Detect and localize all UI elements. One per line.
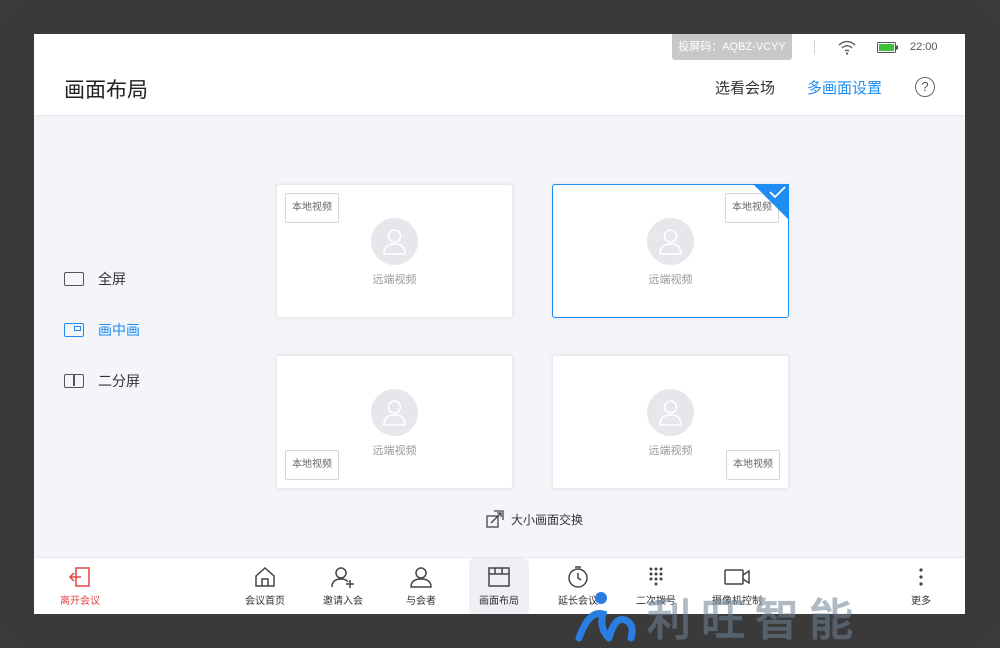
toolbar-label: 更多 — [911, 596, 931, 607]
remote-user-icon — [371, 218, 418, 265]
fullscreen-icon — [64, 272, 84, 286]
header: 画面布局 选看会场 多画面设置 ? — [34, 60, 965, 116]
layout-option-fullscreen[interactable]: 全屏 — [64, 269, 126, 289]
wifi-icon — [838, 40, 856, 55]
help-icon[interactable]: ? — [915, 77, 935, 97]
status-bar: 投屏码：AQBZ-VCYY 22:00 — [34, 34, 965, 60]
split-screen-icon — [64, 374, 84, 388]
watermark: 利旺智能 — [575, 584, 863, 648]
remote-user-icon — [371, 389, 418, 436]
more-vertical-icon — [919, 568, 923, 586]
swap-screens-button[interactable]: 大小画面交换 — [486, 510, 583, 528]
layout-option-label: 画中画 — [98, 322, 140, 338]
multi-screen-settings-button[interactable]: 多画面设置 — [807, 77, 882, 98]
watermark-logo-icon — [575, 592, 636, 642]
toolbar-label: 画面布局 — [479, 596, 519, 607]
layout-option-split[interactable]: 二分屏 — [64, 371, 140, 391]
remote-video-label: 远端视频 — [648, 274, 693, 286]
invite-button[interactable]: 邀请入会 — [311, 558, 375, 614]
leave-meeting-button[interactable]: 离开会议 — [48, 558, 112, 614]
screen: 投屏码：AQBZ-VCYY 22:00 画面布局 选看会场 多画面设置 ? 全屏… — [34, 34, 965, 614]
clock: 22:00 — [910, 41, 938, 53]
remote-user-icon — [647, 389, 694, 436]
toolbar-label: 会议首页 — [245, 596, 285, 607]
layout-icon — [488, 567, 510, 587]
layout-card-local-top-left[interactable]: 本地视频 远端视频 — [276, 184, 513, 318]
status-divider — [814, 40, 815, 54]
picture-in-picture-icon — [64, 323, 84, 337]
layout-card-local-top-right[interactable]: 本地视频 远端视频 — [552, 184, 789, 318]
remote-video-label: 远端视频 — [372, 274, 417, 286]
cast-code-badge: 投屏码：AQBZ-VCYY — [672, 34, 792, 60]
toolbar-label: 邀请入会 — [323, 596, 363, 607]
local-video-tag: 本地视频 — [285, 193, 339, 223]
page-title: 画面布局 — [64, 79, 148, 102]
watermark-text: 利旺智能 — [647, 595, 863, 646]
select-venue-button[interactable]: 选看会场 — [715, 77, 775, 98]
layout-option-label: 二分屏 — [98, 373, 140, 389]
toolbar-label: 离开会议 — [60, 596, 100, 607]
exit-icon — [68, 567, 90, 587]
meeting-home-button[interactable]: 会议首页 — [233, 558, 297, 614]
participants-button[interactable]: 与会者 — [389, 558, 453, 614]
swap-label: 大小画面交换 — [511, 512, 584, 527]
remote-video-label: 远端视频 — [648, 445, 693, 457]
home-icon — [255, 566, 275, 587]
battery-icon — [877, 42, 898, 53]
toolbar-label: 与会者 — [406, 596, 436, 607]
layout-card-local-bottom-left[interactable]: 本地视频 远端视频 — [276, 355, 513, 489]
selected-check-icon — [753, 184, 789, 220]
more-button[interactable]: 更多 — [889, 558, 953, 614]
layout-button[interactable]: 画面布局 — [469, 558, 529, 614]
layout-option-label: 全屏 — [98, 271, 126, 287]
remote-user-icon — [647, 218, 694, 265]
swap-icon — [486, 510, 504, 528]
add-user-icon — [331, 567, 354, 588]
user-icon — [410, 567, 432, 588]
layout-option-pip[interactable]: 画中画 — [64, 320, 140, 340]
layout-card-local-bottom-right[interactable]: 本地视频 远端视频 — [552, 355, 789, 489]
remote-video-label: 远端视频 — [372, 445, 417, 457]
